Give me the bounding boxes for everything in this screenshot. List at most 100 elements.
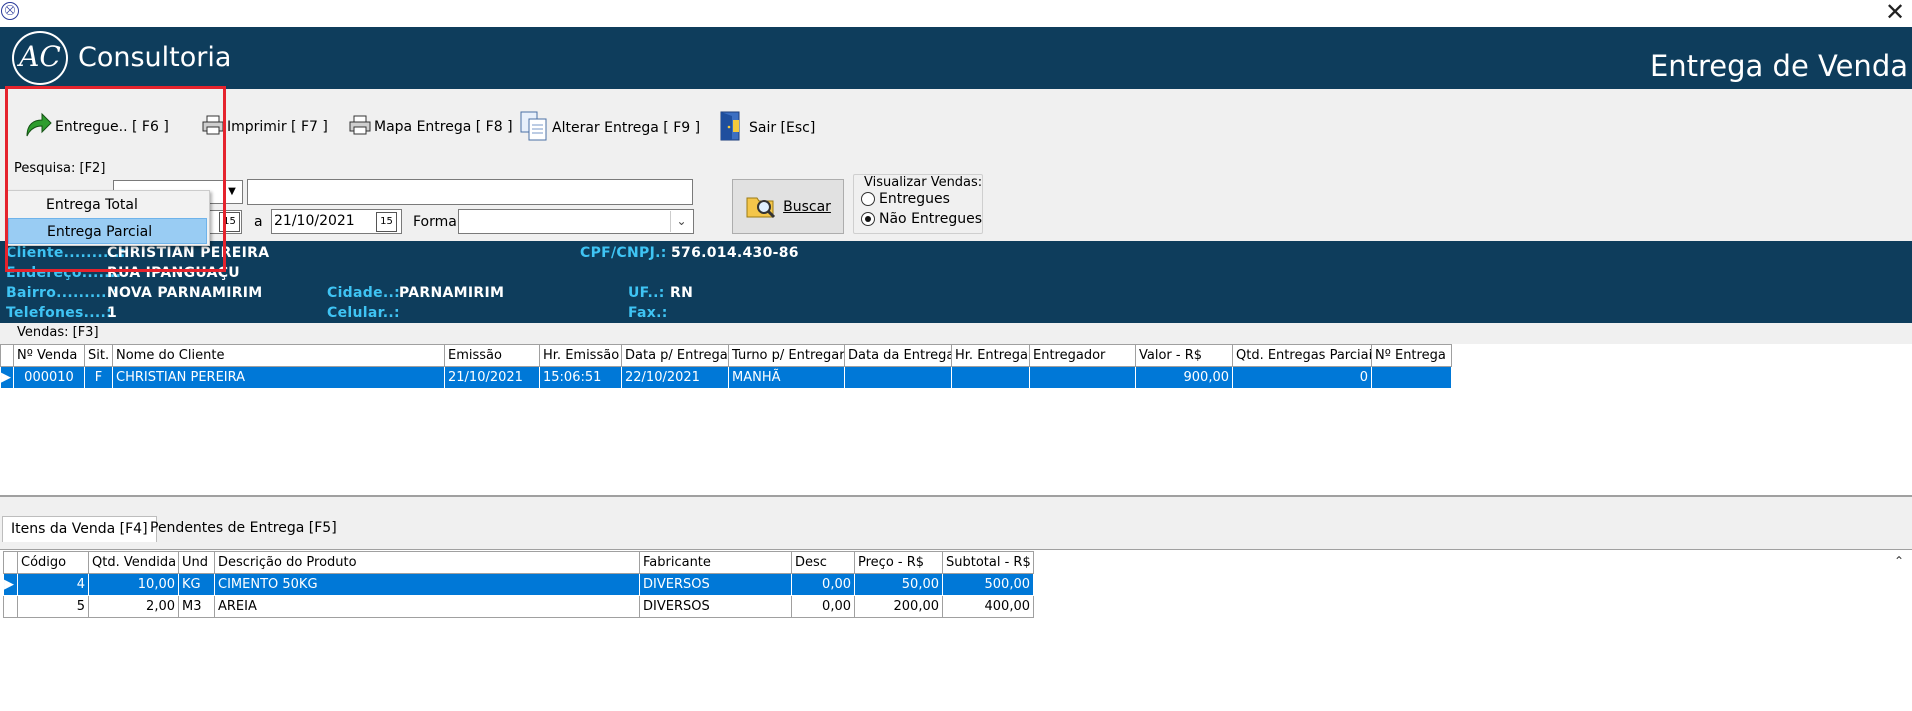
- tab-pendentes-de-entrega[interactable]: Pendentes de Entrega [F5]: [142, 516, 345, 542]
- cell[interactable]: KG: [178, 573, 215, 596]
- col-header[interactable]: Hr. Entrega: [951, 344, 1030, 367]
- printer-icon: [349, 115, 371, 139]
- brand-name: Consultoria: [78, 42, 232, 73]
- cell[interactable]: CIMENTO 50KG: [214, 573, 640, 596]
- cell[interactable]: [1029, 366, 1136, 389]
- cell[interactable]: 200,00: [854, 595, 943, 618]
- col-header[interactable]: Preço - R$: [854, 551, 943, 574]
- tab-itens-da-venda[interactable]: Itens da Venda [F4]: [2, 516, 157, 542]
- client-info-panel: Cliente..........: CHRISTIAN PEREIRA CPF…: [0, 241, 1912, 323]
- cell[interactable]: 500,00: [942, 573, 1034, 596]
- date-separator: a: [254, 214, 263, 230]
- cell[interactable]: [1371, 366, 1452, 389]
- cpf-label: CPF/CNPJ.:: [580, 245, 667, 261]
- col-header[interactable]: Nome do Cliente: [112, 344, 445, 367]
- sair-button[interactable]: Sair [Esc]: [718, 110, 815, 146]
- close-icon[interactable]: ✕: [1880, 0, 1910, 26]
- cell[interactable]: MANHÃ: [728, 366, 845, 389]
- col-header[interactable]: Fabricante: [639, 551, 792, 574]
- splitter[interactable]: [0, 495, 1912, 497]
- telefones-label: Telefones....:: [6, 305, 113, 321]
- mapa-entrega-button[interactable]: Mapa Entrega [ F8 ]: [349, 115, 513, 139]
- uf-value: RN: [670, 285, 694, 301]
- cidade-value: PARNAMIRIM: [399, 285, 505, 301]
- logo-icon: AC: [12, 31, 68, 85]
- documents-icon: [519, 110, 549, 146]
- radio-selected-icon: [861, 212, 875, 226]
- cell[interactable]: CHRISTIAN PEREIRA: [112, 366, 445, 389]
- col-header[interactable]: Emissão: [444, 344, 540, 367]
- cell[interactable]: [844, 366, 952, 389]
- radio-entregues-label: Entregues: [879, 191, 950, 207]
- col-header[interactable]: Entregador: [1029, 344, 1136, 367]
- row-indicator: [3, 595, 18, 618]
- table-row[interactable]: 5 2,00 M3 AREIA DIVERSOS 0,00 200,00 400…: [3, 595, 1034, 618]
- col-header[interactable]: Código: [17, 551, 89, 574]
- col-header[interactable]: Sit.: [84, 344, 113, 367]
- table-row[interactable]: ▶ 4 10,00 KG CIMENTO 50KG DIVERSOS 0,00 …: [3, 573, 1034, 596]
- calendar-icon[interactable]: 15: [376, 212, 397, 232]
- cell[interactable]: DIVERSOS: [639, 573, 792, 596]
- tab-strip: Itens da Venda [F4] Pendentes de Entrega…: [0, 510, 1912, 544]
- mapa-entrega-label: Mapa Entrega [ F8 ]: [374, 119, 513, 135]
- cell[interactable]: [951, 366, 1030, 389]
- cell[interactable]: F: [84, 366, 113, 389]
- itens-header-row: Código Qtd. Vendida Und Descrição do Pro…: [3, 551, 1034, 574]
- cell[interactable]: AREIA: [214, 595, 640, 618]
- scroll-up-icon[interactable]: ⌃: [1890, 552, 1908, 570]
- cell[interactable]: 0,00: [791, 595, 855, 618]
- col-header[interactable]: Nº Entrega: [1371, 344, 1452, 367]
- cell[interactable]: 900,00: [1135, 366, 1233, 389]
- row-indicator-header: [0, 344, 14, 367]
- highlight-box: [5, 86, 226, 272]
- row-pointer-icon: ▶: [3, 573, 18, 596]
- cell[interactable]: 5: [17, 595, 89, 618]
- cell[interactable]: 400,00: [942, 595, 1034, 618]
- col-header[interactable]: Valor - R$: [1135, 344, 1233, 367]
- vendas-table: Nº Venda Sit. Nome do Cliente Emissão Hr…: [0, 344, 1452, 389]
- forma-select[interactable]: [458, 209, 694, 234]
- cell[interactable]: 000010: [13, 366, 85, 389]
- search-input[interactable]: [247, 179, 693, 205]
- col-header[interactable]: Desc: [791, 551, 855, 574]
- vendas-label: Vendas: [F3]: [17, 325, 99, 340]
- col-header[interactable]: Turno p/ Entregar: [728, 344, 845, 367]
- cell[interactable]: 50,00: [854, 573, 943, 596]
- cidade-label: Cidade..:: [327, 285, 400, 301]
- visualizar-label: Visualizar Vendas:: [864, 175, 983, 190]
- col-header[interactable]: Nº Venda: [13, 344, 85, 367]
- col-header[interactable]: Und: [178, 551, 215, 574]
- col-header[interactable]: Hr. Emissão: [539, 344, 622, 367]
- radio-icon: [861, 192, 875, 206]
- cell[interactable]: DIVERSOS: [639, 595, 792, 618]
- table-row[interactable]: ▶ 000010 F CHRISTIAN PEREIRA 21/10/2021 …: [0, 366, 1452, 389]
- cell[interactable]: 4: [17, 573, 89, 596]
- cell[interactable]: 2,00: [88, 595, 179, 618]
- itens-table: Código Qtd. Vendida Und Descrição do Pro…: [3, 551, 1034, 618]
- col-header[interactable]: Qtd. Vendida: [88, 551, 179, 574]
- exit-door-icon: [718, 110, 746, 146]
- cell[interactable]: 0: [1232, 366, 1372, 389]
- col-header[interactable]: Subtotal - R$: [942, 551, 1034, 574]
- col-header[interactable]: Qtd. Entregas Parciais: [1232, 344, 1372, 367]
- imprimir-label: Imprimir [ F7 ]: [227, 119, 328, 135]
- vendas-header-row: Nº Venda Sit. Nome do Cliente Emissão Hr…: [0, 344, 1452, 367]
- forma-label: Forma:: [413, 214, 462, 230]
- cell[interactable]: 21/10/2021: [444, 366, 540, 389]
- alterar-entrega-label: Alterar Entrega [ F9 ]: [552, 120, 701, 136]
- uf-label: UF..:: [628, 285, 665, 301]
- cell[interactable]: 10,00: [88, 573, 179, 596]
- radio-entregues[interactable]: Entregues: [861, 191, 950, 207]
- buscar-button[interactable]: Buscar: [732, 179, 844, 234]
- col-header[interactable]: Data da Entrega: [844, 344, 952, 367]
- alterar-entrega-button[interactable]: Alterar Entrega [ F9 ]: [519, 110, 700, 146]
- cell[interactable]: 22/10/2021: [621, 366, 729, 389]
- cell[interactable]: 15:06:51: [539, 366, 622, 389]
- cell[interactable]: M3: [178, 595, 215, 618]
- cell[interactable]: 0,00: [791, 573, 855, 596]
- col-header[interactable]: Data p/ Entregar: [621, 344, 729, 367]
- chevron-down-icon[interactable]: ⌄: [670, 211, 692, 232]
- col-header[interactable]: Descrição do Produto: [214, 551, 640, 574]
- radio-nao-entregues[interactable]: Não Entregues: [861, 211, 982, 227]
- itens-grid-area: Código Qtd. Vendida Und Descrição do Pro…: [0, 549, 1912, 711]
